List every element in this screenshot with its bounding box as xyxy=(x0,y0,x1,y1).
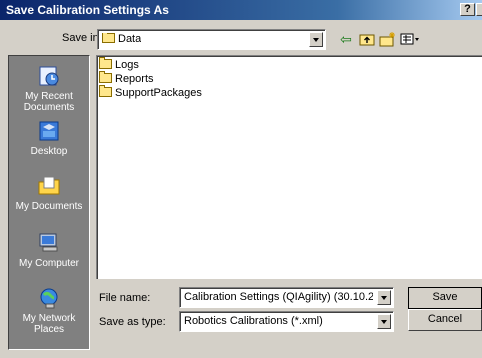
cancel-button[interactable]: Cancel xyxy=(408,309,482,331)
chevron-down-icon[interactable] xyxy=(377,314,391,329)
chevron-down-icon[interactable] xyxy=(309,32,323,47)
place-label: My Documents xyxy=(15,201,83,212)
place-label: Desktop xyxy=(30,146,68,157)
places-bar: My Recent Documents Desktop My Documents… xyxy=(8,55,90,350)
folder-icon xyxy=(99,71,112,83)
file-name-label: File name: xyxy=(99,292,151,304)
chevron-down-icon[interactable] xyxy=(377,290,391,305)
desktop-icon xyxy=(39,121,59,141)
place-label: My Computer xyxy=(18,258,79,269)
file-name: SupportPackages xyxy=(115,87,202,99)
folder-icon xyxy=(102,33,115,43)
new-folder-icon[interactable] xyxy=(377,29,399,49)
save-as-type-label: Save as type: xyxy=(99,316,166,328)
help-button[interactable]: ? xyxy=(460,3,475,16)
window-title: Save Calibration Settings As xyxy=(6,3,169,17)
back-icon[interactable]: ⇦ xyxy=(335,29,357,49)
list-item[interactable]: Logs xyxy=(99,57,139,71)
save-in-value-wrap: Data xyxy=(102,33,141,45)
up-folder-svg xyxy=(359,34,375,46)
file-name: Reports xyxy=(115,73,154,85)
place-label: My Network Places xyxy=(22,313,76,335)
my-computer-icon xyxy=(39,233,58,252)
folder-icon xyxy=(99,57,112,69)
place-label: My Recent Documents xyxy=(23,91,75,113)
place-network[interactable]: My Network Places xyxy=(9,286,89,335)
views-menu-icon[interactable] xyxy=(398,29,424,49)
my-documents-icon xyxy=(38,176,60,195)
file-list[interactable]: Logs Reports SupportPackages xyxy=(96,55,482,279)
views-svg xyxy=(400,33,419,45)
list-item[interactable]: SupportPackages xyxy=(99,85,202,99)
place-my-documents[interactable]: My Documents xyxy=(9,174,89,212)
title-bar: Save Calibration Settings As ? xyxy=(0,0,482,20)
place-desktop[interactable]: Desktop xyxy=(9,119,89,157)
up-folder-icon[interactable] xyxy=(356,29,378,49)
file-name-value[interactable]: Calibration Settings (QIAgility) (30.10.… xyxy=(184,291,373,303)
save-in-dropdown[interactable]: Data xyxy=(97,29,326,50)
place-recent-documents[interactable]: My Recent Documents xyxy=(9,64,89,113)
save-as-type-value: Robotics Calibrations (*.xml) xyxy=(184,315,323,327)
new-folder-svg xyxy=(379,32,395,47)
list-item[interactable]: Reports xyxy=(99,71,154,85)
close-button[interactable] xyxy=(476,3,482,16)
recent-documents-icon xyxy=(39,66,59,86)
file-name: Logs xyxy=(115,59,139,71)
place-my-computer[interactable]: My Computer xyxy=(9,231,89,269)
folder-icon xyxy=(99,85,112,97)
network-places-icon xyxy=(40,288,58,309)
save-as-type-dropdown[interactable]: Robotics Calibrations (*.xml) xyxy=(179,311,394,332)
file-name-field[interactable]: Calibration Settings (QIAgility) (30.10.… xyxy=(179,287,394,308)
save-in-value: Data xyxy=(118,33,142,45)
save-in-label: Save in: xyxy=(62,32,102,44)
save-button[interactable]: Save xyxy=(408,287,482,309)
